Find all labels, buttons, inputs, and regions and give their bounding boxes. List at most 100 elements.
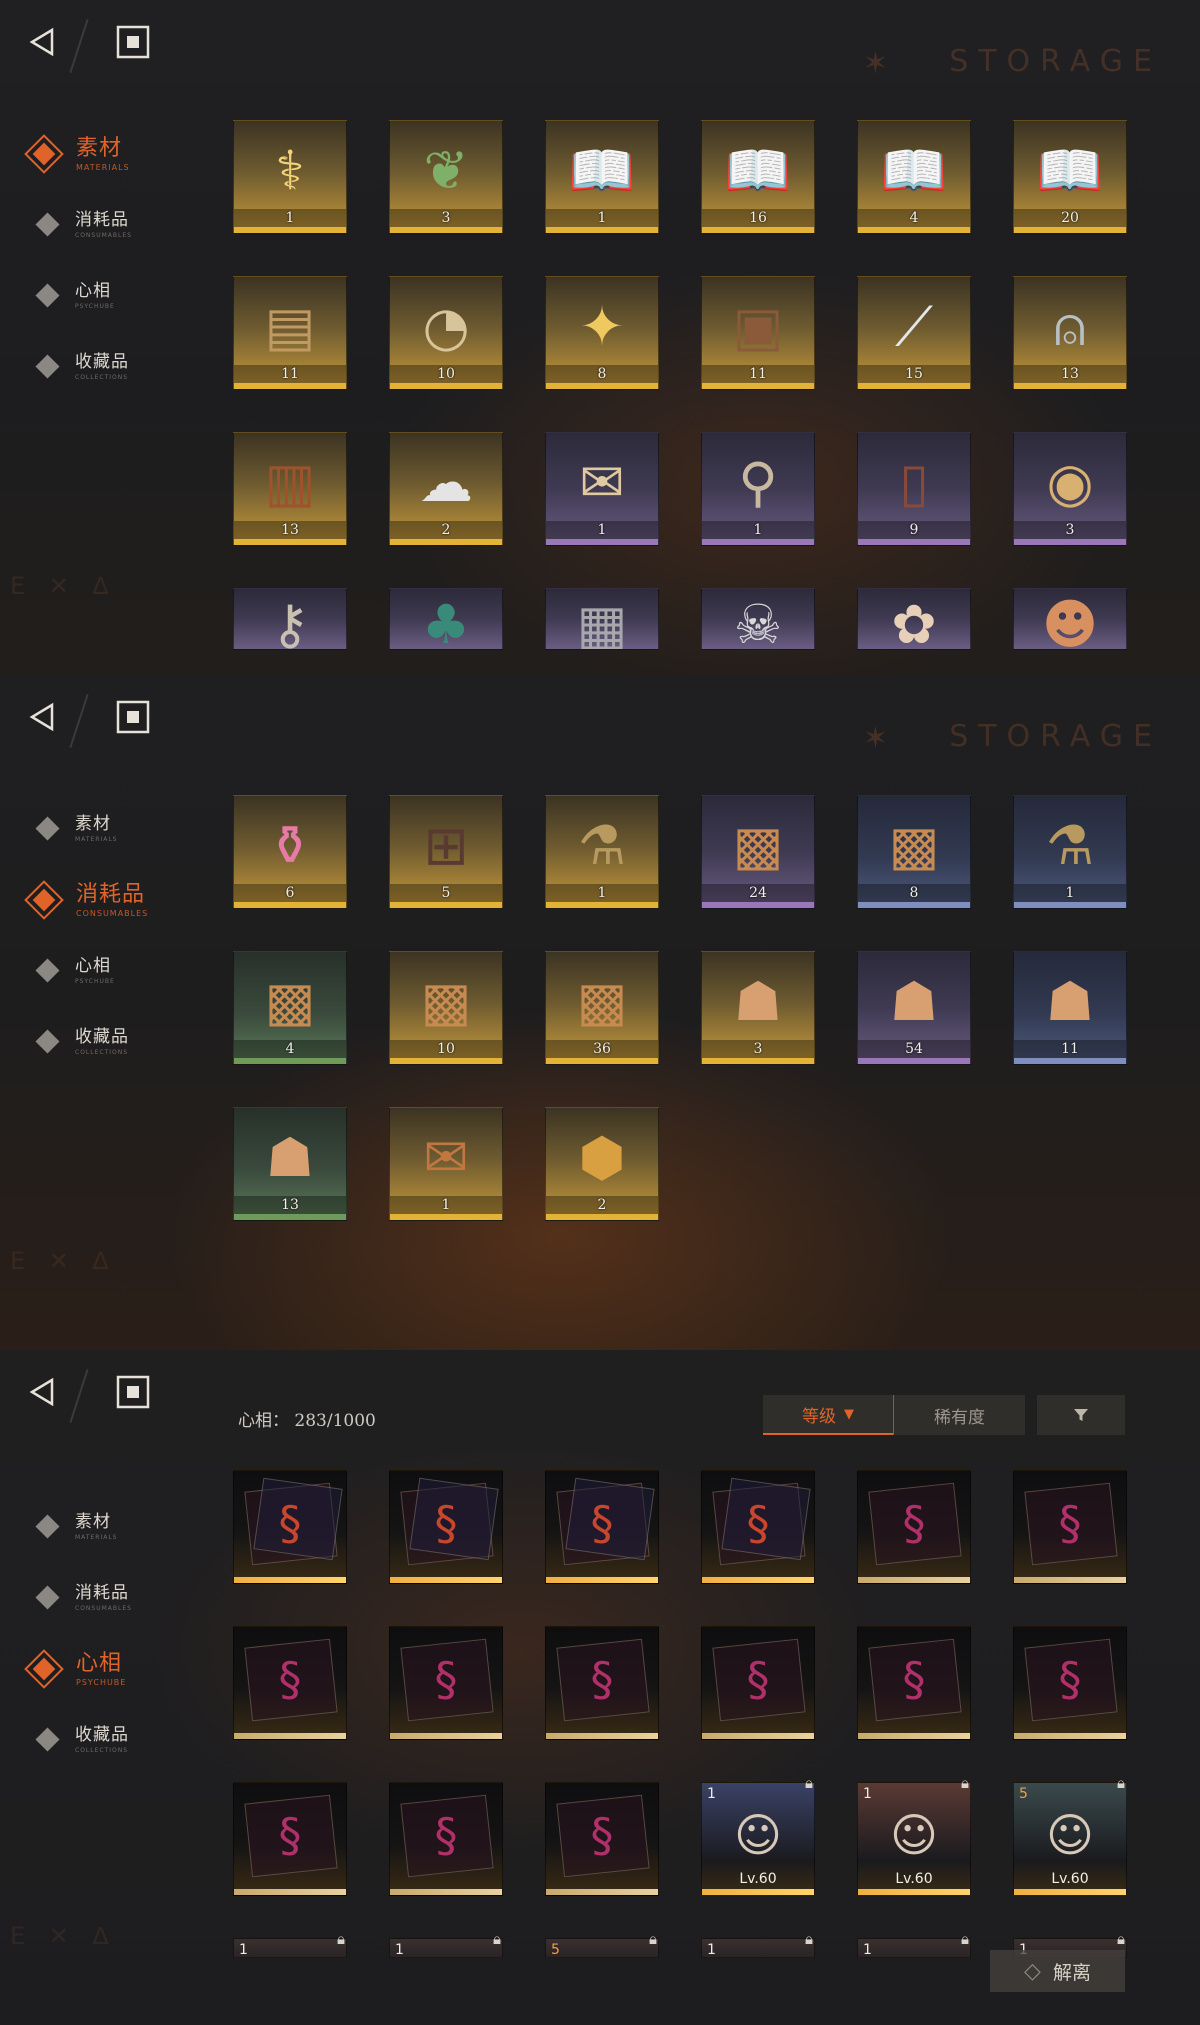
psychube-card[interactable]: 1 🔒︎	[701, 1930, 815, 2025]
psychube-card[interactable]: §	[545, 1470, 659, 1584]
lock-icon[interactable]: 🔒︎	[1117, 1930, 1125, 1948]
psychube-card[interactable]: §	[545, 1626, 659, 1740]
item-slot[interactable]: 📖 4	[857, 120, 971, 234]
sidebar-item-consumables[interactable]: 消耗品 CONSUMABLES	[0, 864, 200, 935]
item-slot[interactable]: ☗ 54	[857, 951, 971, 1065]
item-slot[interactable]: ▩ 4	[233, 951, 347, 1065]
sidebar-item-materials[interactable]: 素材 MATERIALS	[0, 118, 200, 189]
back-button[interactable]	[22, 22, 62, 62]
sidebar-item-sublabel: COLLECTIONS	[75, 1746, 129, 1754]
psychube-card[interactable]: §	[1013, 1470, 1127, 1584]
item-tile: ❦ 3	[389, 120, 503, 234]
item-slot[interactable]: 📖 20	[1013, 120, 1127, 234]
item-slot[interactable]: ☠	[701, 588, 815, 675]
psychube-card[interactable]: §	[701, 1626, 815, 1740]
item-slot[interactable]: ❦ 3	[389, 120, 503, 234]
rarity-bar	[234, 539, 346, 545]
item-slot[interactable]: ▩ 10	[389, 951, 503, 1065]
item-slot[interactable]: ⚷	[233, 588, 347, 675]
psychube-card[interactable]: §	[233, 1626, 347, 1740]
lock-icon[interactable]: 🔒︎	[649, 1930, 657, 1948]
item-slot[interactable]: ✿	[857, 588, 971, 675]
item-slot[interactable]: 📖 16	[701, 120, 815, 234]
item-slot[interactable]: ☗ 13	[233, 1107, 347, 1221]
sidebar-item-consumables[interactable]: 消耗品 CONSUMABLES	[0, 189, 200, 260]
psychube-card[interactable]: §	[389, 1470, 503, 1584]
lock-icon[interactable]: 🔒︎	[805, 1774, 813, 1792]
sort-by-level-button[interactable]: 等级 ▼	[763, 1395, 893, 1435]
psychube-card[interactable]: §	[233, 1470, 347, 1584]
psychube-card[interactable]: 1 🔒︎	[389, 1930, 503, 2025]
psychube-card[interactable]: ☺ 1 🔒︎ Lv.60	[701, 1774, 815, 1896]
psychube-card[interactable]: 5 🔒︎	[545, 1930, 659, 2025]
psychube-card[interactable]: §	[389, 1626, 503, 1740]
item-slot[interactable]: ▯ 9	[857, 432, 971, 546]
release-button[interactable]: ◇ 解离	[990, 1950, 1125, 1992]
item-slot[interactable]: ⚕ 1	[233, 120, 347, 234]
item-slot[interactable]: ♣	[389, 588, 503, 675]
psychube-card[interactable]: 1 🔒︎	[233, 1930, 347, 2025]
item-slot[interactable]: 📖 1	[545, 120, 659, 234]
psychube-card[interactable]: 1 🔒︎	[857, 1930, 971, 2025]
item-slot[interactable]: ▩ 24	[701, 795, 815, 909]
home-button[interactable]	[113, 22, 153, 62]
item-slot[interactable]: ⟋ 15	[857, 276, 971, 390]
item-slot[interactable]: ▦	[545, 588, 659, 675]
item-slot[interactable]: ▩ 8	[857, 795, 971, 909]
sidebar-item-collections[interactable]: 收藏品 COLLECTIONS	[0, 1704, 200, 1775]
psychube-card[interactable]: §	[389, 1782, 503, 1896]
item-slot[interactable]: ☁ 2	[389, 432, 503, 546]
sidebar-item-psychube[interactable]: 心相 PSYCHUBE	[0, 935, 200, 1006]
item-count: 13	[1061, 366, 1079, 382]
item-count: 11	[749, 366, 767, 382]
psychube-card[interactable]: §	[233, 1782, 347, 1896]
sidebar-item-collections[interactable]: 收藏品 COLLECTIONS	[0, 1006, 200, 1077]
item-slot[interactable]: ⍝ 13	[1013, 276, 1127, 390]
lock-icon[interactable]: 🔒︎	[961, 1774, 969, 1792]
psychube-card[interactable]: ☺ 5 🔒︎ Lv.60	[1013, 1774, 1127, 1896]
sidebar-item-materials[interactable]: 素材 MATERIALS	[0, 793, 200, 864]
item-slot[interactable]: ☗ 11	[1013, 951, 1127, 1065]
item-slot[interactable]: ▤ 11	[233, 276, 347, 390]
item-slot[interactable]: ▩ 36	[545, 951, 659, 1065]
psychube-card[interactable]: ☺ 1 🔒︎ Lv.60	[857, 1774, 971, 1896]
item-slot[interactable]: ⬢ 2	[545, 1107, 659, 1221]
lock-icon[interactable]: 🔒︎	[961, 1930, 969, 1948]
item-slot[interactable]: ⚗ 1	[1013, 795, 1127, 909]
item-slot[interactable]: ◔ 10	[389, 276, 503, 390]
filter-button[interactable]	[1037, 1395, 1125, 1435]
home-button[interactable]	[113, 1372, 153, 1412]
home-button[interactable]	[113, 697, 153, 737]
lock-icon[interactable]: 🔒︎	[1117, 1774, 1125, 1792]
sort-by-rarity-button[interactable]: 稀有度	[893, 1395, 1025, 1435]
psychube-card[interactable]: §	[1013, 1626, 1127, 1740]
item-slot[interactable]: ⚲ 1	[701, 432, 815, 546]
lock-icon[interactable]: 🔒︎	[493, 1930, 501, 1948]
back-button[interactable]	[22, 1372, 62, 1412]
sidebar-item-collections[interactable]: 收藏品 COLLECTIONS	[0, 331, 200, 402]
sidebar-item-psychube[interactable]: 心相 PSYCHUBE	[0, 1633, 200, 1704]
back-button[interactable]	[22, 697, 62, 737]
psychube-card[interactable]: §	[545, 1782, 659, 1896]
item-slot[interactable]: ☗ 3	[701, 951, 815, 1065]
psychube-card[interactable]: §	[857, 1470, 971, 1584]
item-slot[interactable]: ◉ 3	[1013, 432, 1127, 546]
sidebar-item-consumables[interactable]: 消耗品 CONSUMABLES	[0, 1562, 200, 1633]
item-slot[interactable]: ⊞ 5	[389, 795, 503, 909]
lock-icon[interactable]: 🔒︎	[337, 1930, 345, 1948]
item-count: 3	[1065, 522, 1075, 538]
sidebar-item-psychube[interactable]: 心相 PSYCHUBE	[0, 260, 200, 331]
item-slot[interactable]: ⚱ 6	[233, 795, 347, 909]
item-slot[interactable]: ▥ 13	[233, 432, 347, 546]
item-slot[interactable]: ✉ 1	[389, 1107, 503, 1221]
item-slot[interactable]: ✦ 8	[545, 276, 659, 390]
item-slot[interactable]: ⚗ 1	[545, 795, 659, 909]
item-slot[interactable]: ☻	[1013, 588, 1127, 675]
sidebar-item-materials[interactable]: 素材 MATERIALS	[0, 1491, 200, 1562]
item-slot[interactable]: ✉ 1	[545, 432, 659, 546]
item-slot[interactable]: ▣ 11	[701, 276, 815, 390]
sidebar-item-sublabel: COLLECTIONS	[75, 1048, 129, 1056]
psychube-card[interactable]: §	[701, 1470, 815, 1584]
psychube-card[interactable]: §	[857, 1626, 971, 1740]
lock-icon[interactable]: 🔒︎	[805, 1930, 813, 1948]
